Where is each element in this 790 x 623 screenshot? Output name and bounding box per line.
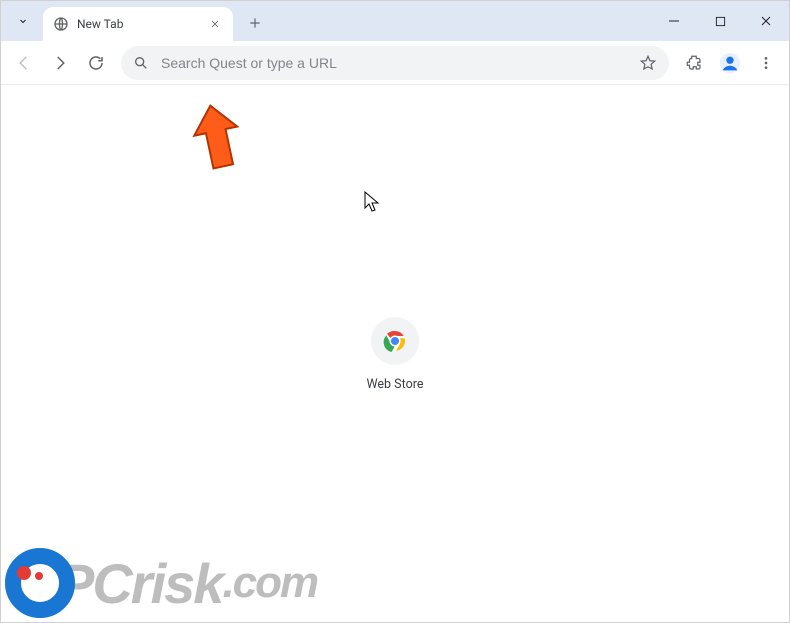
address-input[interactable] <box>161 55 631 71</box>
titlebar: New Tab <box>1 1 789 41</box>
watermark-text-risk: risk <box>131 551 223 616</box>
close-window-button[interactable] <box>743 1 789 41</box>
omnibox[interactable] <box>121 46 669 80</box>
shortcut-tile <box>371 317 419 365</box>
forward-button[interactable] <box>43 46 77 80</box>
watermark-text-dotcom: .com <box>222 558 317 608</box>
watermark-ring-icon <box>5 548 75 618</box>
tab-title: New Tab <box>77 17 207 31</box>
chrome-icon <box>383 329 407 353</box>
watermark-logo: PC risk .com <box>5 548 317 618</box>
search-icon <box>133 55 149 71</box>
toolbar <box>1 41 789 85</box>
reload-button[interactable] <box>79 46 113 80</box>
minimize-button[interactable] <box>651 1 697 41</box>
annotation-arrow <box>189 101 249 173</box>
tab-search-dropdown[interactable] <box>9 7 37 35</box>
new-tab-page: Web Store PC risk .com <box>1 85 789 622</box>
shortcut-web-store[interactable]: Web Store <box>339 317 451 392</box>
extensions-button[interactable] <box>677 46 711 80</box>
close-tab-button[interactable] <box>207 16 223 32</box>
bookmark-star-icon[interactable] <box>639 54 657 72</box>
profile-button[interactable] <box>713 46 747 80</box>
back-button[interactable] <box>7 46 41 80</box>
menu-button[interactable] <box>749 46 783 80</box>
window-controls <box>651 1 789 41</box>
shortcut-label: Web Store <box>339 377 451 392</box>
avatar-icon <box>717 50 743 76</box>
globe-icon <box>53 16 69 32</box>
new-tab-button[interactable] <box>241 9 269 37</box>
maximize-button[interactable] <box>697 1 743 41</box>
mouse-cursor-icon <box>364 191 380 213</box>
browser-tab[interactable]: New Tab <box>43 7 233 41</box>
